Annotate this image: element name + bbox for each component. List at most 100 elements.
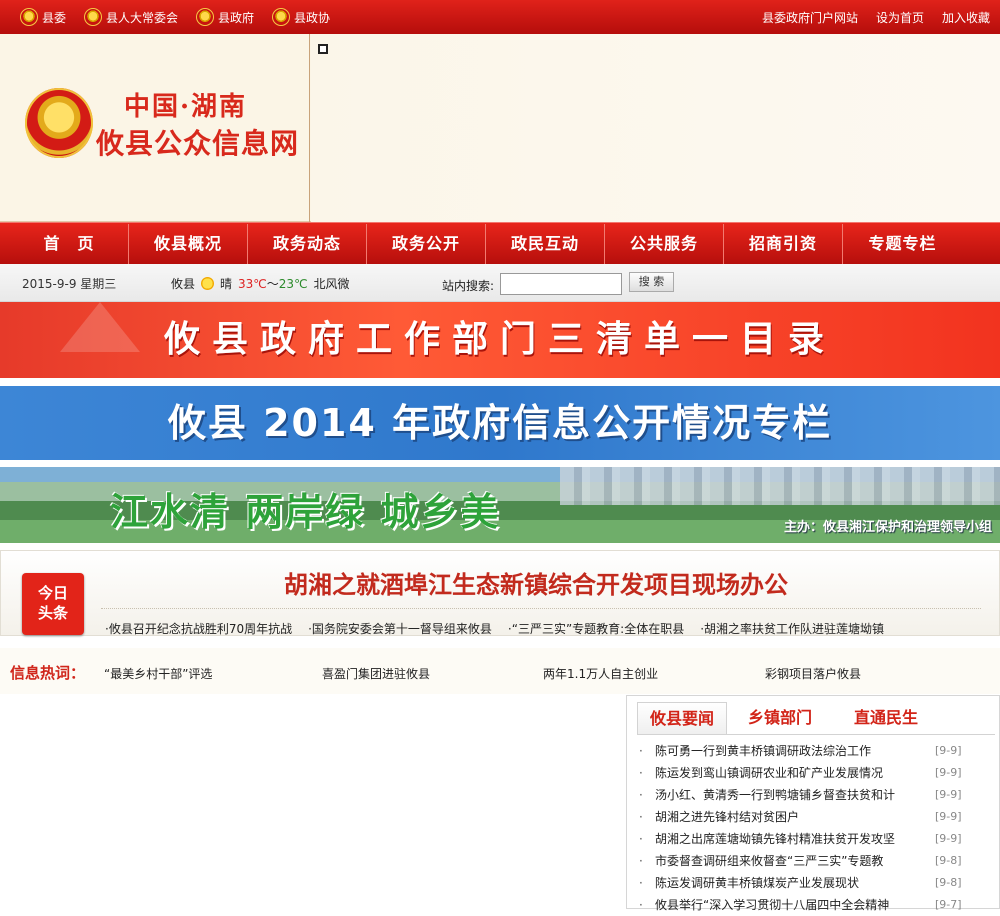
search-button[interactable]: 搜 索 bbox=[629, 272, 674, 292]
banner-three-lists-text: 攸县政府工作部门三清单一目录 bbox=[163, 319, 836, 360]
bullet-icon: · bbox=[639, 854, 643, 868]
news-title: 攸县举行“深入学习贯彻十八届四中全会精神 bbox=[655, 898, 890, 912]
banner-river-protection[interactable]: 江水清 两岸绿 城乡美 主办：攸县湘江保护和治理领导小组 bbox=[0, 467, 1000, 543]
search-input[interactable] bbox=[500, 273, 622, 295]
banner-river-protection-organizer: 主办：攸县湘江保护和治理领导小组 bbox=[783, 520, 992, 535]
headline-section: 今日 头条 胡湘之就酒埠江生态新镇综合开发项目现场办公 ·攸县召开纪念抗战胜利7… bbox=[0, 550, 1000, 636]
news-item[interactable]: · 陈运发调研黄丰桥镇煤炭产业发展现状 [9-8] bbox=[637, 872, 997, 894]
nav-government-news[interactable]: 政务动态 bbox=[248, 223, 367, 264]
temp-high: 33℃ bbox=[238, 277, 267, 291]
news-title: 胡湘之出席莲塘坳镇先锋村精准扶贫开发攻坚 bbox=[655, 832, 896, 846]
temp-separator: ～ bbox=[266, 277, 279, 291]
headline-sub-items: ·攸县召开纪念抗战胜利70周年抗战 ·国务院安委会第十一督导组来攸县 ·“三严三… bbox=[105, 620, 884, 637]
hot-words-label: 信息热词： bbox=[10, 664, 86, 682]
headline-title[interactable]: 胡湘之就酒埠江生态新镇综合开发项目现场办公 bbox=[101, 565, 971, 600]
temp-low: 23℃ bbox=[278, 277, 308, 291]
badge-line2: 头条 bbox=[37, 604, 68, 622]
news-item[interactable]: · 市委督查调研组来攸督查“三严三实”专题教 [9-8] bbox=[637, 850, 997, 872]
hot-word-item[interactable]: 彩钢项目落户攸县 bbox=[765, 665, 861, 682]
news-date: [9-9] bbox=[935, 766, 962, 779]
news-item[interactable]: · 胡湘之进先锋村结对贫困户 [9-9] bbox=[637, 806, 997, 828]
news-date: [9-9] bbox=[935, 810, 962, 823]
banner-info-disclosure-text: 攸县 2014 年政府信息公开情况专栏 bbox=[167, 401, 833, 445]
headline-item[interactable]: ·胡湘之率扶贫工作队进驻莲塘坳镇 bbox=[700, 620, 884, 637]
news-panel: 攸县要闻 乡镇部门 直通民生 · 陈可勇一行到黄丰桥镇调研政法综治工作 [9-9] … bbox=[626, 695, 1000, 912]
news-date: [9-8] bbox=[935, 854, 962, 867]
news-title: 市委督查调研组来攸督查“三严三实”专题教 bbox=[655, 854, 884, 868]
bullet-icon: · bbox=[639, 788, 643, 802]
headline-item[interactable]: ·国务院安委会第十一督导组来攸县 bbox=[308, 620, 492, 637]
link-peoples-congress[interactable]: 县人大常委会 bbox=[84, 8, 178, 26]
link-county-committee[interactable]: 县委 bbox=[20, 8, 66, 26]
hot-word-item[interactable]: “最美乡村干部”评选 bbox=[104, 665, 212, 682]
top-bar: 县委 县人大常委会 县政府 县政协 县委政府门户网站 设为首页 加入收藏 bbox=[0, 0, 1000, 34]
weather-temperature: 33℃～23℃ bbox=[238, 275, 308, 292]
news-title: 陈可勇一行到黄丰桥镇调研政法综治工作 bbox=[655, 744, 872, 758]
national-emblem-icon bbox=[196, 8, 215, 26]
news-item[interactable]: · 陈可勇一行到黄丰桥镇调研政法综治工作 [9-9] bbox=[637, 740, 997, 762]
weather-condition: 晴 bbox=[220, 277, 233, 291]
bullet-icon: · bbox=[639, 876, 643, 890]
bullet-icon: · bbox=[639, 832, 643, 846]
party-emblem-icon bbox=[20, 8, 38, 26]
logo-site-name: 攸县公众信息网 bbox=[96, 127, 300, 160]
nav-interaction[interactable]: 政民互动 bbox=[486, 223, 605, 264]
portal-link[interactable]: 县委政府门户网站 bbox=[762, 9, 858, 26]
news-list: · 陈可勇一行到黄丰桥镇调研政法综治工作 [9-9] · 陈运发到鸾山镇调研农业和矿产… bbox=[637, 740, 997, 916]
news-item[interactable]: · 陈运发到鸾山镇调研农业和矿产业发展情况 [9-9] bbox=[637, 762, 997, 784]
weather-wind: 北风微 bbox=[313, 277, 350, 291]
news-date: [9-9] bbox=[935, 788, 962, 801]
tab-township-departments[interactable]: 乡镇部门 bbox=[727, 702, 833, 734]
info-bar: 2015-9-9 星期三 攸县 晴 33℃～23℃ 北风微 站内搜索: 搜 索 bbox=[0, 264, 1000, 302]
banner-river-protection-text: 江水清 两岸绿 城乡美 bbox=[110, 490, 501, 534]
link-cppcc[interactable]: 县政协 bbox=[272, 8, 330, 26]
bullet-icon: · bbox=[639, 766, 643, 780]
news-title: 陈运发到鸾山镇调研农业和矿产业发展情况 bbox=[655, 766, 884, 780]
top-right-links: 县委政府门户网站 设为首页 加入收藏 bbox=[762, 0, 990, 34]
tab-livelihood[interactable]: 直通民生 bbox=[833, 702, 939, 734]
hot-word-item[interactable]: 喜盈门集团进驻攸县 bbox=[322, 665, 430, 682]
banner-three-lists[interactable]: 攸县政府工作部门三清单一目录 bbox=[0, 302, 1000, 378]
flash-placeholder-icon bbox=[318, 44, 328, 54]
nav-investment[interactable]: 招商引资 bbox=[724, 223, 843, 264]
headline-item[interactable]: ·攸县召开纪念抗战胜利70周年抗战 bbox=[105, 620, 292, 637]
hot-words-bar: 信息热词： “最美乡村干部”评选 喜盈门集团进驻攸县 两年1.1万人自主创业 彩… bbox=[0, 648, 1000, 694]
news-item[interactable]: · 胡湘之出席莲塘坳镇先锋村精准扶贫开发攻坚 [9-9] bbox=[637, 828, 997, 850]
tab-county-news[interactable]: 攸县要闻 bbox=[637, 702, 727, 734]
header-flash-panel bbox=[311, 34, 1000, 222]
banner-info-disclosure[interactable]: 攸县 2014 年政府信息公开情况专栏 bbox=[0, 386, 1000, 460]
badge-line1: 今日 bbox=[37, 584, 68, 602]
today-headline-badge: 今日 头条 bbox=[22, 573, 84, 635]
banner-city-skyline bbox=[560, 467, 1000, 505]
headline-item[interactable]: ·“三严三实”专题教育:全体在职县 bbox=[508, 620, 684, 637]
news-title: 胡湘之进先锋村结对贫困户 bbox=[655, 810, 800, 824]
site-logo[interactable]: 中国·湖南 攸县公众信息网 bbox=[0, 34, 310, 222]
sun-icon bbox=[201, 277, 215, 290]
nav-home[interactable]: 首 页 bbox=[10, 223, 129, 264]
nav-public-service[interactable]: 公共服务 bbox=[605, 223, 724, 264]
news-item[interactable]: · 汤小红、黄清秀一行到鸭塘铺乡督查扶贫和计 [9-9] bbox=[637, 784, 997, 806]
news-date: [9-9] bbox=[935, 744, 962, 757]
bullet-icon: · bbox=[639, 810, 643, 824]
add-favorite-link[interactable]: 加入收藏 bbox=[942, 9, 990, 26]
nav-overview[interactable]: 攸县概况 bbox=[129, 223, 248, 264]
nav-government-affairs[interactable]: 政务公开 bbox=[367, 223, 486, 264]
cppcc-emblem-icon bbox=[272, 8, 291, 26]
weather-widget: 攸县 晴 33℃～23℃ 北风微 bbox=[171, 275, 350, 292]
search-label: 站内搜索: bbox=[442, 279, 495, 293]
top-links: 县委 县人大常委会 县政府 县政协 bbox=[20, 0, 330, 34]
bullet-icon: · bbox=[639, 898, 643, 912]
nav-special-topics[interactable]: 专题专栏 bbox=[843, 224, 962, 264]
hot-word-item[interactable]: 两年1.1万人自主创业 bbox=[543, 665, 658, 682]
news-item[interactable]: · 攸县举行“深入学习贯彻十八届四中全会精神 [9-7] bbox=[637, 894, 997, 916]
site-header: 中国·湖南 攸县公众信息网 bbox=[0, 34, 1000, 222]
national-emblem-icon bbox=[84, 8, 103, 26]
weather-city: 攸县 bbox=[171, 277, 196, 291]
news-tabs: 攸县要闻 乡镇部门 直通民生 bbox=[637, 702, 939, 734]
news-date: [9-9] bbox=[935, 832, 962, 845]
link-county-government[interactable]: 县政府 bbox=[196, 8, 254, 26]
set-homepage-link[interactable]: 设为首页 bbox=[876, 9, 924, 26]
current-date: 2015-9-9 星期三 bbox=[22, 277, 117, 291]
headline-divider bbox=[101, 608, 981, 609]
logo-tagline: 中国·湖南 bbox=[124, 92, 248, 122]
